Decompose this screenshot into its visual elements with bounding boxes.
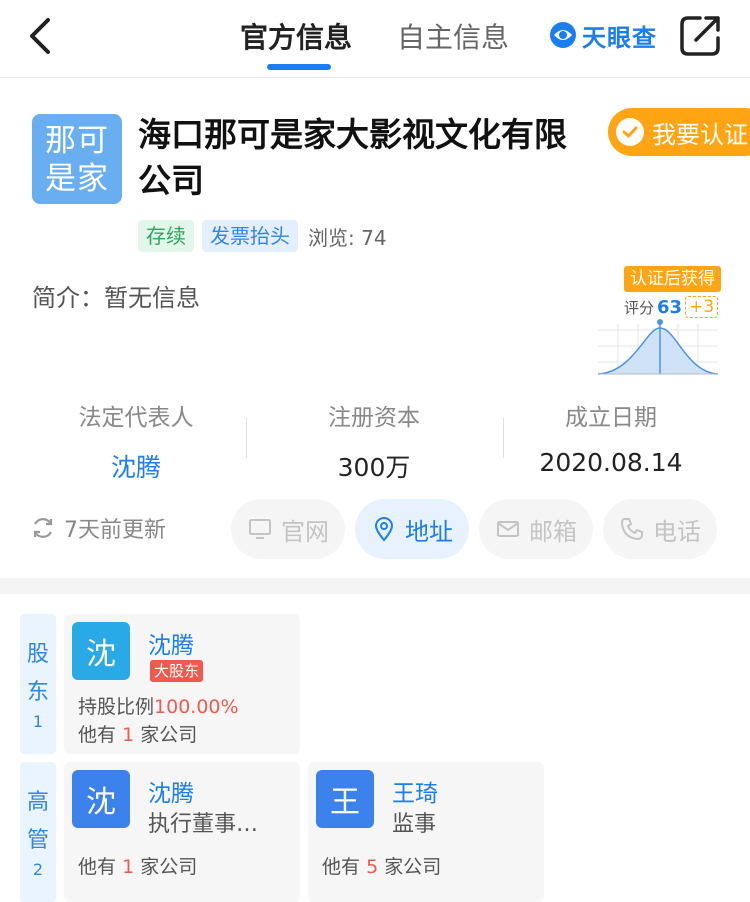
established-date: 成立日期 2020.08.14 xyxy=(511,398,711,477)
monitor-icon xyxy=(249,519,271,539)
side-char: 股 xyxy=(26,642,49,667)
shareholders-count: 1 xyxy=(32,712,44,731)
brand-name: 天眼查 xyxy=(582,23,657,52)
avatar: 沈 xyxy=(72,622,130,680)
company-logo: 那可 是家 xyxy=(32,114,122,204)
score-label: 评分 xyxy=(624,298,655,317)
related-count: 1 xyxy=(122,856,135,878)
related-count: 5 xyxy=(366,856,379,878)
company-name-line-1: 海口那可是家大影视文化有限 xyxy=(138,115,567,154)
email-label: 邮箱 xyxy=(529,517,577,546)
website-button[interactable]: 官网 xyxy=(231,499,345,559)
company-intro: 简介：暂无信息 xyxy=(32,284,200,312)
section-gap xyxy=(0,578,750,594)
mail-icon xyxy=(497,521,519,537)
score-bonus: +3 xyxy=(685,296,719,318)
update-text: 7天前更新 xyxy=(64,518,166,543)
shareholders-side-label[interactable]: 股 东 1 xyxy=(20,614,56,754)
shareholding-ratio: 持股比例100.00% xyxy=(78,692,239,719)
tianyancha-logo: 天眼查 xyxy=(548,18,657,52)
divider xyxy=(503,418,504,458)
shareholder-name[interactable]: 沈腾 xyxy=(148,626,194,660)
tab-official-info[interactable]: 官方信息 xyxy=(240,16,352,56)
shareholder-card[interactable]: 沈 沈腾 大股东 持股比例100.00% 他有 1 家公司 xyxy=(64,614,300,754)
verify-label: 我要认证 xyxy=(652,120,748,149)
verified-check-icon xyxy=(616,118,644,146)
refresh-icon xyxy=(33,518,53,538)
executive-card[interactable]: 王 王琦 监事 他有 5 家公司 xyxy=(308,762,544,902)
executives-side-label[interactable]: 高 管 2 xyxy=(20,762,56,902)
score-distribution-icon xyxy=(597,319,719,375)
related-prefix: 他有 xyxy=(78,856,117,878)
share-icon[interactable] xyxy=(678,12,724,58)
active-tab-indicator xyxy=(267,64,331,70)
company-name-line-2: 公司 xyxy=(138,161,204,200)
website-label: 官网 xyxy=(281,517,329,546)
update-info[interactable]: 7天前更新 xyxy=(30,512,166,544)
score-line: 评分 63 +3 xyxy=(624,296,719,318)
executive-name[interactable]: 王琦 xyxy=(392,774,438,808)
score-value: 63 xyxy=(657,296,683,318)
logo-text-line-2: 是家 xyxy=(45,161,109,197)
ratio-label: 持股比例 xyxy=(78,696,155,718)
phone-label: 电话 xyxy=(653,517,701,546)
related-suffix: 家公司 xyxy=(140,856,198,878)
stat-label: 法定代表人 xyxy=(78,405,194,431)
email-button[interactable]: 邮箱 xyxy=(479,499,593,559)
logo-text-line-1: 那可 xyxy=(45,123,109,159)
divider xyxy=(246,418,247,458)
tianyancha-eye-icon xyxy=(550,22,576,48)
address-label: 地址 xyxy=(405,517,453,546)
executive-role: 监事 xyxy=(392,812,437,837)
back-arrow-icon[interactable] xyxy=(22,14,62,58)
company-name: 海口那可是家大影视文化有限 公司 xyxy=(138,112,596,204)
phone-button[interactable]: 电话 xyxy=(603,499,717,559)
phone-icon xyxy=(621,518,643,540)
score-widget[interactable]: 认证后获得 评分 63 +3 xyxy=(594,264,724,384)
side-char: 东 xyxy=(26,680,49,705)
side-char: 管 xyxy=(26,828,49,853)
avatar: 王 xyxy=(316,770,374,828)
top-navigation-bar: 官方信息 自主信息 天眼查 xyxy=(0,0,750,78)
related-companies[interactable]: 他有 1 家公司 xyxy=(78,720,197,747)
legal-representative-link[interactable]: 沈腾 xyxy=(36,448,236,484)
related-prefix: 他有 xyxy=(78,724,117,746)
executive-role: 执行董事… xyxy=(148,812,259,837)
stat-value: 2020.08.14 xyxy=(539,448,683,477)
ratio-value: 100.00% xyxy=(154,696,239,718)
related-prefix: 他有 xyxy=(322,856,361,878)
verify-button[interactable]: 我要认证 xyxy=(608,108,750,156)
executive-name[interactable]: 沈腾 xyxy=(148,774,194,808)
related-suffix: 家公司 xyxy=(140,724,198,746)
score-badge: 认证后获得 xyxy=(624,266,721,292)
company-tags: 存续 发票抬头 浏览: 74 xyxy=(138,220,387,252)
tab-self-info[interactable]: 自主信息 xyxy=(397,16,509,56)
related-companies[interactable]: 他有 5 家公司 xyxy=(322,852,441,879)
related-companies[interactable]: 他有 1 家公司 xyxy=(78,852,197,879)
related-suffix: 家公司 xyxy=(384,856,442,878)
related-count: 1 xyxy=(122,724,135,746)
executive-card[interactable]: 沈 沈腾 执行董事… 他有 1 家公司 xyxy=(64,762,300,902)
status-badge: 存续 xyxy=(138,220,194,252)
view-count: 浏览: 74 xyxy=(308,225,387,250)
major-shareholder-badge: 大股东 xyxy=(150,660,204,682)
legal-representative: 法定代表人 沈腾 xyxy=(36,398,236,484)
stat-label: 注册资本 xyxy=(328,405,420,431)
avatar: 沈 xyxy=(72,770,130,828)
location-icon xyxy=(374,517,394,542)
address-button[interactable]: 地址 xyxy=(355,499,469,559)
side-char: 高 xyxy=(26,790,49,815)
stat-label: 成立日期 xyxy=(565,405,657,431)
registered-capital: 注册资本 300万 xyxy=(274,398,474,484)
invoice-title-tag[interactable]: 发票抬头 xyxy=(202,220,298,252)
stat-value: 300万 xyxy=(337,453,411,482)
executives-count: 2 xyxy=(32,860,44,879)
